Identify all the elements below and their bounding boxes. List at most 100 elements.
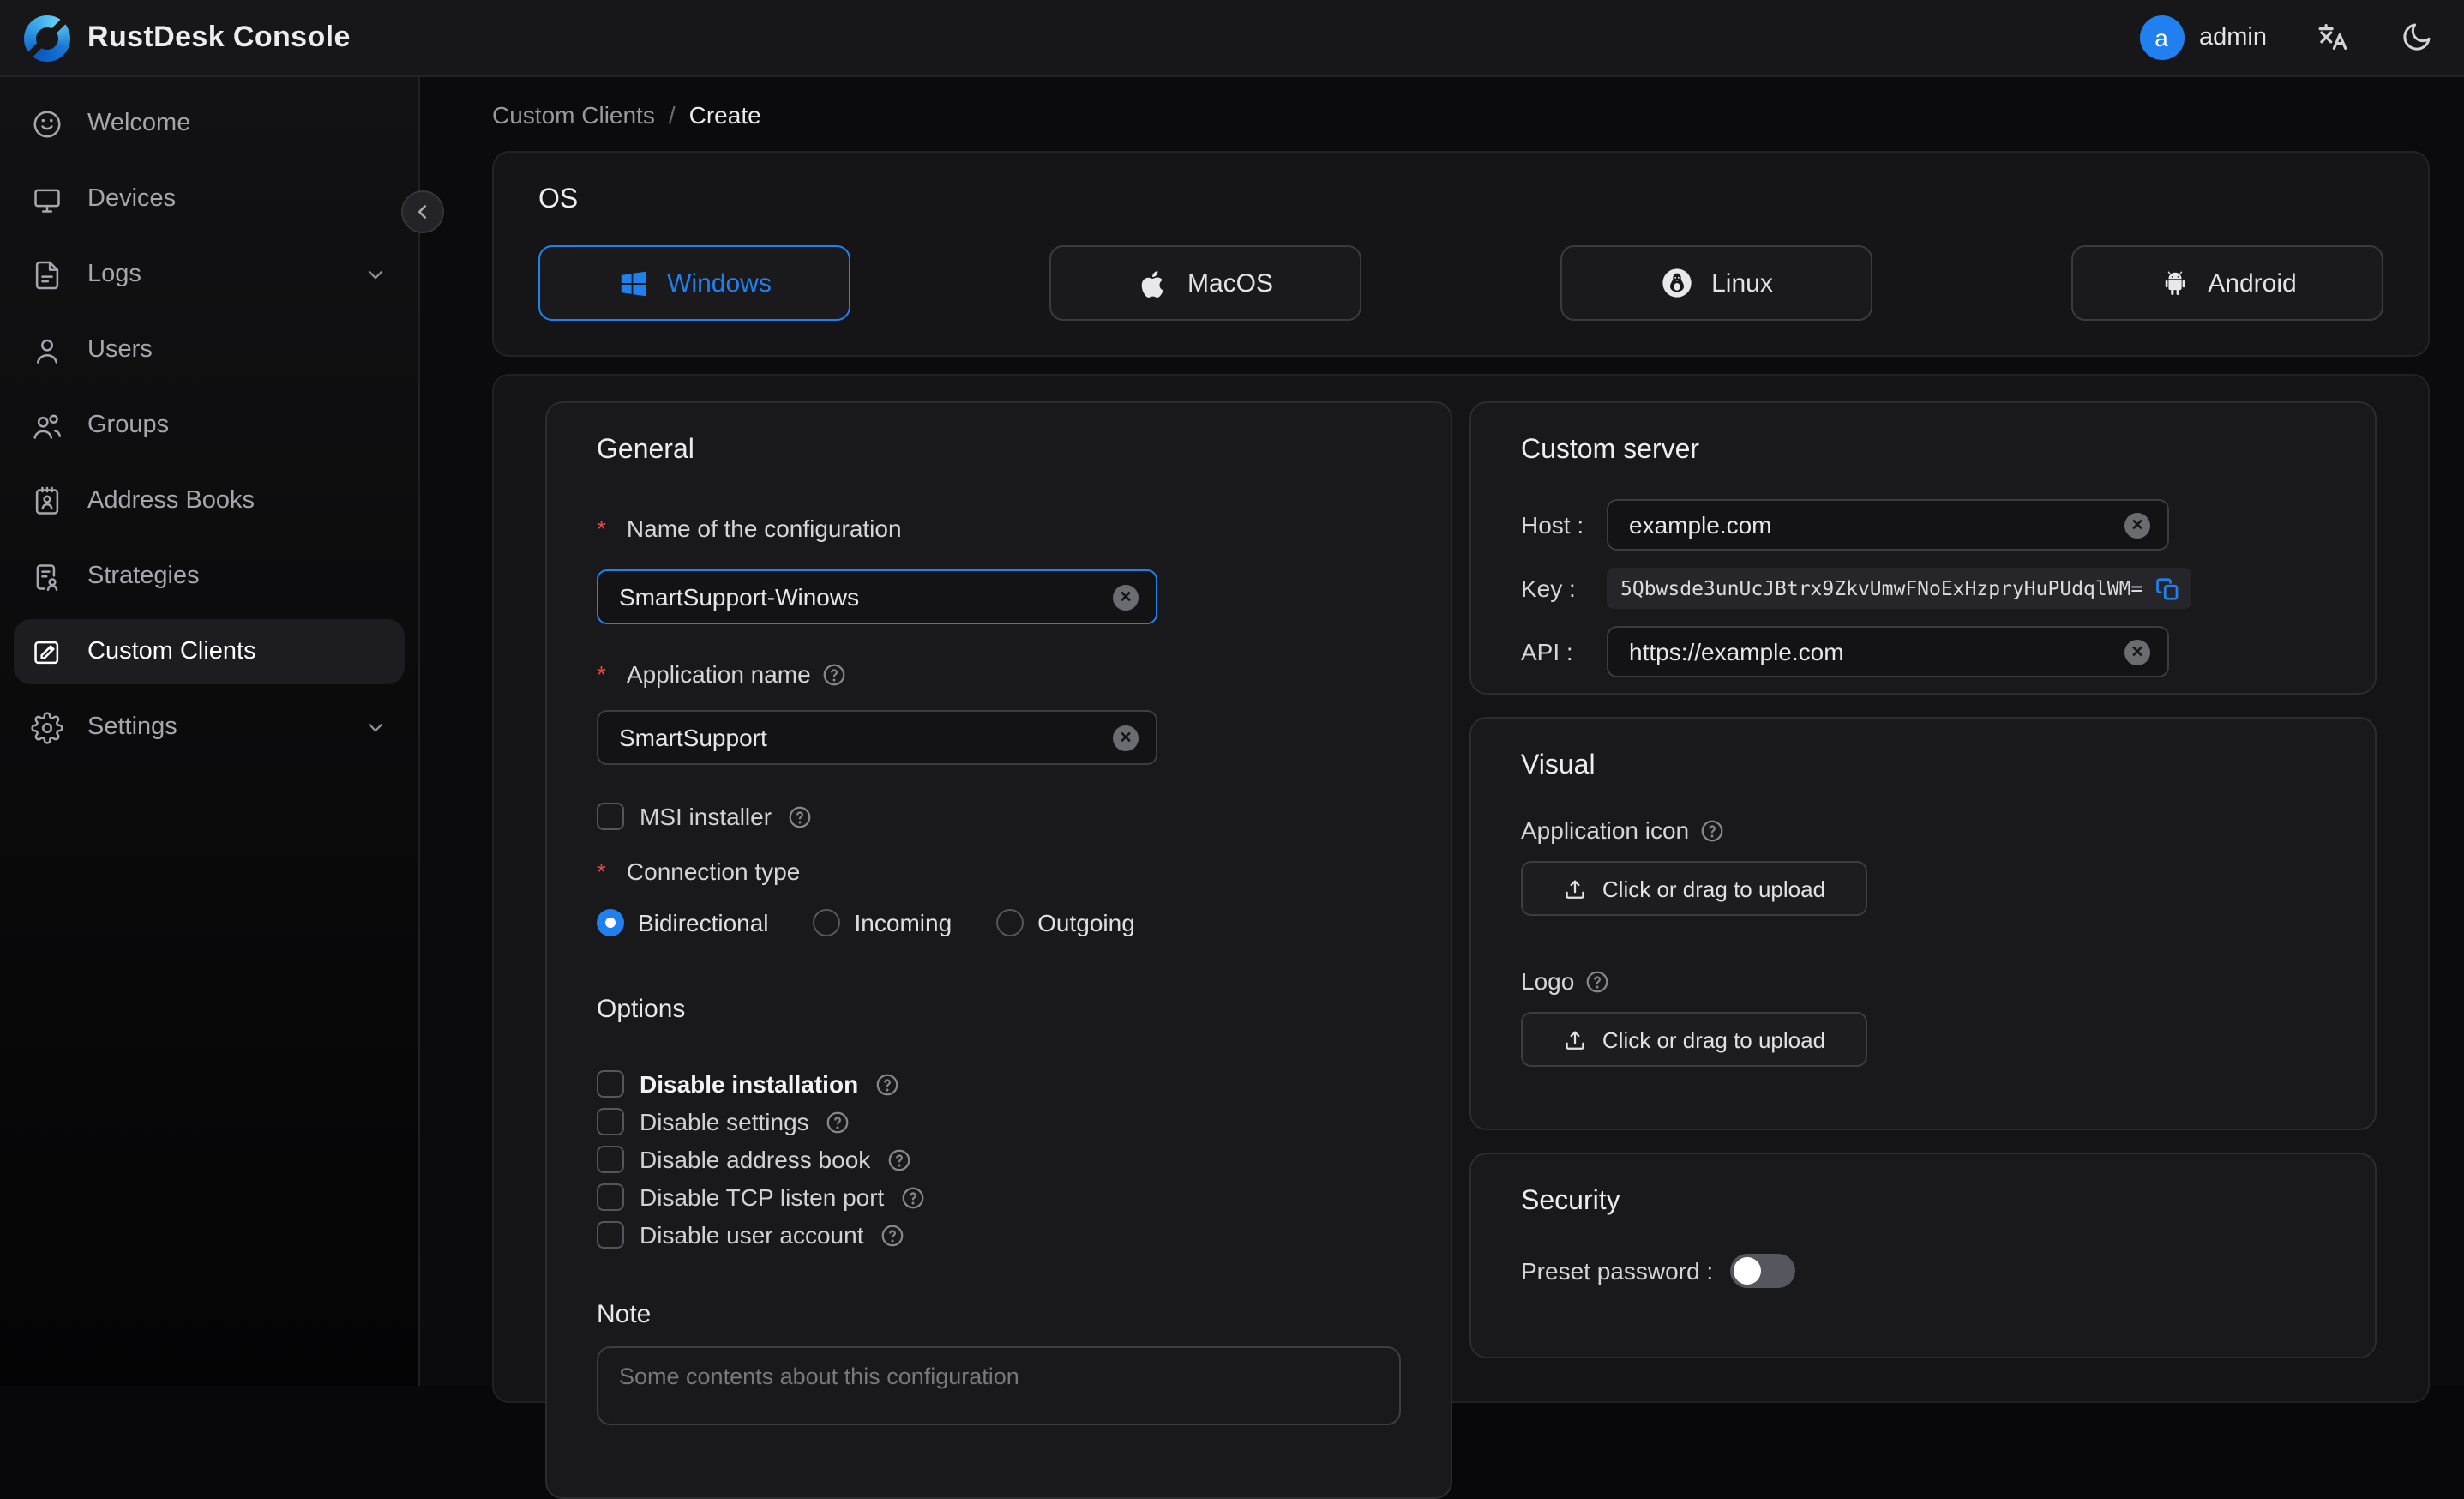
logo-label: Logo <box>1521 967 2325 995</box>
clear-icon[interactable]: ✕ <box>1113 725 1139 750</box>
config-name-label: Name of the configuration <box>597 515 1401 542</box>
help-icon <box>823 663 845 685</box>
api-input[interactable] <box>1629 638 2124 665</box>
options-title: Options <box>597 995 686 1024</box>
upload-icon <box>1566 1030 1585 1049</box>
address-book-icon <box>35 485 59 514</box>
sidebar-item-welcome[interactable]: Welcome <box>14 91 405 156</box>
help-icon <box>875 1073 898 1095</box>
application-name-label: Application name <box>597 660 1401 688</box>
os-button-macos[interactable]: MacOS <box>1049 245 1361 321</box>
strategy-doc-icon <box>36 563 58 590</box>
help-icon <box>901 1186 923 1208</box>
os-section: OS Windows MacOS Linux Android <box>492 151 2430 357</box>
api-field: ✕ <box>1607 626 2169 677</box>
api-label: API : <box>1521 638 1573 665</box>
breadcrumb-separator: / <box>668 101 676 129</box>
sidebar-item-groups[interactable]: Groups <box>14 393 405 458</box>
config-name-field: ✕ <box>597 569 1157 624</box>
translate-icon[interactable] <box>2315 20 2351 56</box>
key-label: Key : <box>1521 575 1576 602</box>
help-icon <box>789 805 811 828</box>
smiley-icon <box>33 110 61 137</box>
user-icon <box>36 338 58 363</box>
clear-icon[interactable]: ✕ <box>2124 512 2150 538</box>
option-disable-settings: Disable settings <box>597 1108 1401 1135</box>
api-row: API : ✕ <box>1521 626 2325 677</box>
header-right: a admin <box>2139 15 2433 60</box>
sidebar-item-devices[interactable]: Devices <box>14 166 405 232</box>
connection-type-group: Bidirectional Incoming Outgoing <box>597 909 1401 936</box>
host-label: Host : <box>1521 511 1584 539</box>
security-section: Security Preset password : <box>1469 1153 2377 1358</box>
sidebar-item-users[interactable]: Users <box>14 317 405 382</box>
breadcrumb: Custom Clients / Create <box>492 101 2430 129</box>
os-button-android[interactable]: Android <box>2071 245 2383 321</box>
radio-bidirectional[interactable]: Bidirectional <box>597 909 769 936</box>
disable-tcp-listen-port-checkbox[interactable] <box>597 1183 624 1211</box>
option-disable-address-book: Disable address book <box>597 1146 1401 1173</box>
msi-installer-checkbox[interactable] <box>597 803 624 830</box>
application-icon-upload-button[interactable]: Click or drag to upload <box>1521 861 1867 916</box>
disable-user-account-checkbox[interactable] <box>597 1221 624 1249</box>
application-name-field: ✕ <box>597 710 1157 765</box>
radio-dot <box>597 909 624 936</box>
upload-icon <box>1566 879 1585 898</box>
disable-address-book-checkbox[interactable] <box>597 1146 624 1173</box>
general-title: General <box>597 436 694 465</box>
avatar[interactable]: a <box>2139 15 2184 60</box>
host-row: Host : ✕ <box>1521 499 2325 551</box>
gear-icon <box>31 711 63 743</box>
help-icon <box>887 1148 910 1171</box>
radio-dot <box>996 909 1025 936</box>
help-icon <box>826 1111 849 1133</box>
os-title: OS <box>538 185 579 214</box>
sidebar-item-strategies[interactable]: Strategies <box>14 544 405 609</box>
visual-title: Visual <box>1521 751 1596 780</box>
clear-icon[interactable]: ✕ <box>1113 584 1139 610</box>
edit-square-icon <box>34 640 59 664</box>
host-field: ✕ <box>1607 499 2169 551</box>
preset-password-toggle[interactable] <box>1730 1254 1796 1288</box>
dark-mode-icon[interactable] <box>2399 21 2433 55</box>
visual-section: Visual Application icon Click or drag to… <box>1469 717 2377 1130</box>
option-disable-installation: Disable installation <box>597 1070 1401 1098</box>
sidebar-item-logs[interactable]: Logs <box>14 242 405 307</box>
host-input[interactable] <box>1629 511 2124 539</box>
config-name-input[interactable] <box>619 583 1113 611</box>
chevron-down-icon <box>364 262 388 286</box>
key-value: 5Qbwsde3unUcJBtrx9ZkvUmwFNoExHzpryHuPUdq… <box>1620 576 2143 600</box>
disable-settings-checkbox[interactable] <box>597 1108 624 1135</box>
disable-installation-checkbox[interactable] <box>597 1070 624 1098</box>
linux-penguin-icon <box>1662 268 1692 298</box>
breadcrumb-parent[interactable]: Custom Clients <box>492 101 655 129</box>
sidebar-item-custom-clients[interactable]: Custom Clients <box>14 619 405 684</box>
note-textarea[interactable] <box>597 1346 1401 1425</box>
user-name[interactable]: admin <box>2199 24 2267 51</box>
sidebar-item-settings[interactable]: Settings <box>14 695 405 760</box>
monitor-icon <box>34 188 60 212</box>
rustdesk-console-app: RustDesk Console a admin Welcome Devices… <box>0 0 2464 1499</box>
key-field: 5Qbwsde3unUcJBtrx9ZkvUmwFNoExHzpryHuPUdq… <box>1607 568 2191 609</box>
brand: RustDesk Console <box>24 15 351 61</box>
options-list: Disable installation Disable settings Di… <box>597 1070 1401 1249</box>
clear-icon[interactable]: ✕ <box>2124 639 2150 665</box>
copy-icon[interactable] <box>2155 575 2181 601</box>
preset-password-label: Preset password : <box>1521 1257 1714 1285</box>
apple-logo-icon <box>1142 269 1164 297</box>
radio-outgoing[interactable]: Outgoing <box>996 909 1135 936</box>
option-disable-user-account: Disable user account <box>597 1221 1401 1249</box>
main-content: Custom Clients / Create OS Windows MacOS <box>420 77 2464 1499</box>
os-button-windows[interactable]: Windows <box>538 245 850 321</box>
sidebar-item-address-books[interactable]: Address Books <box>14 468 405 533</box>
toggle-knob <box>1734 1257 1762 1285</box>
breadcrumb-current: Create <box>688 101 761 129</box>
os-button-linux[interactable]: Linux <box>1560 245 1872 321</box>
msi-installer-row: MSI installer <box>597 803 1401 830</box>
sidebar-collapse-button[interactable] <box>401 190 444 233</box>
radio-incoming[interactable]: Incoming <box>813 909 952 936</box>
application-name-input[interactable] <box>619 724 1113 751</box>
key-row: Key : 5Qbwsde3unUcJBtrx9ZkvUmwFNoExHzpry… <box>1521 568 2325 609</box>
logo-upload-button[interactable]: Click or drag to upload <box>1521 1012 1867 1067</box>
application-icon-label: Application icon <box>1521 816 2325 844</box>
